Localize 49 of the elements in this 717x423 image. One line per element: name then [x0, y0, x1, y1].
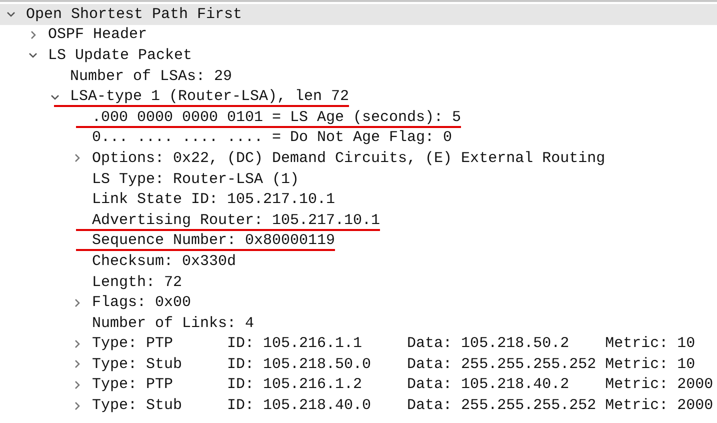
field-text: OSPF Header	[47, 26, 148, 44]
tree-row[interactable]: Checksum: 0x330d	[0, 251, 717, 272]
tree-row[interactable]: Type: Stub ID: 105.218.40.0 Data: 255.255.255.252 Metric: 2000	[0, 395, 717, 416]
tree-row[interactable]: LSA-type 1 (Router-LSA), len 72	[0, 86, 717, 107]
tree-row[interactable]: Type: PTP ID: 105.216.1.1 Data: 105.218.50.2 Metric: 10	[0, 334, 717, 354]
field-text: 0... .... .... .... = Do Not Age Flag: 0	[91, 129, 452, 146]
tree-row[interactable]: Options: 0x22, (DC) Demand Circuits, (E) External Routing	[0, 148, 717, 169]
tree-row[interactable]: LS Type: Router-LSA (1)	[0, 168, 717, 190]
field-text: Checksum: 0x330d	[91, 252, 236, 270]
tree-row[interactable]: Length: 72	[0, 272, 717, 292]
field-text: LSA-type 1 (Router-LSA), len 72	[54, 88, 350, 106]
chevron-down-icon[interactable]	[28, 50, 38, 60]
tree-row[interactable]: Open Shortest Path First	[0, 4, 717, 25]
field-text: LS Update Packet	[47, 46, 192, 64]
tree-row[interactable]: OSPF Header	[0, 24, 717, 46]
chevron-right-icon[interactable]	[72, 298, 82, 308]
field-text: Number of LSAs: 29	[69, 68, 232, 85]
tree-row[interactable]: LS Update Packet	[0, 45, 717, 66]
tree-row[interactable]: .000 0000 0000 0101 = LS Age (seconds): 5	[0, 106, 717, 128]
field-text: Link State ID: 105.217.10.1	[91, 191, 336, 208]
field-text: Flags: 0x00	[91, 294, 192, 312]
field-text: LS Type: Router-LSA (1)	[91, 170, 300, 188]
chevron-right-icon[interactable]	[72, 380, 82, 390]
chevron-right-icon[interactable]	[72, 400, 82, 411]
tree-row[interactable]: Type: PTP ID: 105.216.1.2 Data: 105.218.40.2 Metric: 2000	[0, 374, 717, 396]
field-text: Type: Stub ID: 105.218.40.0 Data: 255.255.255.252 Metric: 2000	[91, 397, 714, 414]
tree-row[interactable]: Number of LSAs: 29	[0, 66, 717, 86]
tree-row[interactable]: Number of Links: 4	[0, 312, 717, 334]
tree-row[interactable]: Advertising Router: 105.217.10.1	[0, 210, 717, 231]
chevron-right-icon[interactable]	[28, 30, 38, 40]
field-text: .000 0000 0000 0101 = LS Age (seconds): 5	[76, 108, 462, 126]
tree-row[interactable]: Flags: 0x00	[0, 292, 717, 313]
field-text: Type: Stub ID: 105.218.50.0 Data: 255.255.255.252 Metric: 10	[91, 356, 696, 373]
tree-row[interactable]: 0... .... .... .... = Do Not Age Flag: 0	[0, 128, 717, 148]
field-text: Length: 72	[91, 274, 182, 291]
field-text: Advertising Router: 105.217.10.1	[76, 212, 380, 229]
field-text: Type: PTP ID: 105.216.1.1 Data: 105.218.50.2 Metric: 10	[91, 335, 696, 352]
field-text: Number of Links: 4	[91, 314, 254, 332]
field-text: Type: PTP ID: 105.216.1.2 Data: 105.218.40.2 Metric: 2000	[91, 376, 714, 394]
field-text: Open Shortest Path First	[25, 6, 242, 23]
chevron-right-icon[interactable]	[72, 338, 82, 349]
tree-row[interactable]: Link State ID: 105.217.10.1	[0, 189, 717, 210]
field-text: Options: 0x22, (DC) Demand Circuits, (E) External Routing	[91, 150, 606, 167]
chevron-down-icon[interactable]	[6, 9, 16, 20]
chevron-right-icon[interactable]	[72, 359, 82, 370]
tree-row[interactable]: Type: Stub ID: 105.218.50.0 Data: 255.255.255.252 Metric: 10	[0, 354, 717, 375]
field-text: Sequence Number: 0x80000119	[76, 232, 336, 250]
chevron-right-icon[interactable]	[72, 153, 82, 164]
tree-row[interactable]: Sequence Number: 0x80000119	[0, 230, 717, 252]
